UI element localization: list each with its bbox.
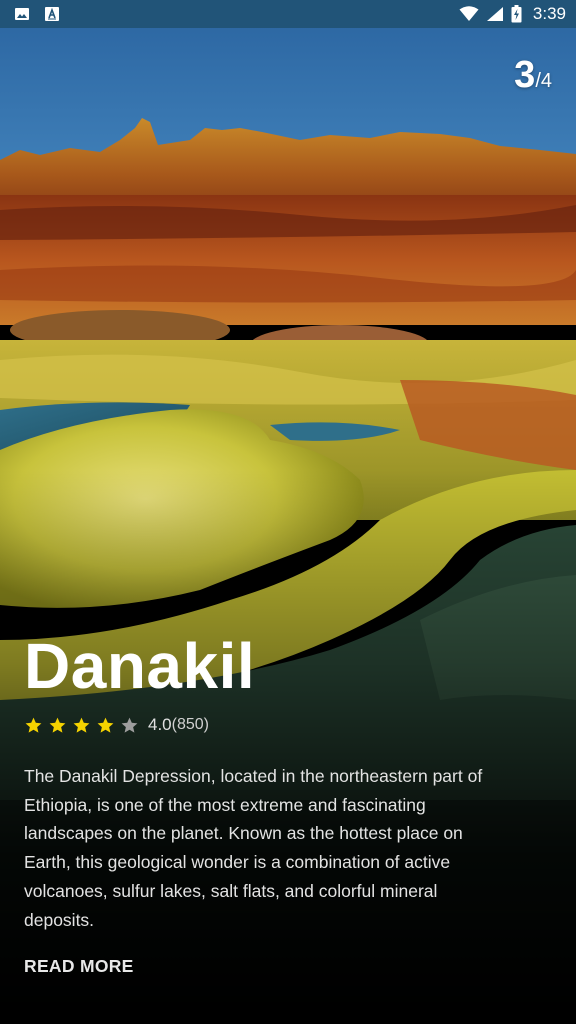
wifi-icon xyxy=(459,6,479,22)
status-time: 3:39 xyxy=(532,4,566,23)
page-counter: 3/4 xyxy=(514,54,552,97)
image-notification-icon xyxy=(14,6,30,22)
cell-signal-icon xyxy=(486,6,504,22)
page-current-number: 3 xyxy=(514,54,536,96)
place-title: Danakil xyxy=(24,630,256,702)
text-notification-icon xyxy=(44,6,60,22)
status-bar: 3:39 xyxy=(0,0,576,28)
star-empty-icon xyxy=(121,717,138,733)
page-total-number: /4 xyxy=(535,70,552,92)
place-description: The Danakil Depression, located in the n… xyxy=(24,766,483,930)
read-more-button[interactable]: READ MORE xyxy=(24,956,134,977)
rating-row: 4.0 (850) xyxy=(24,714,494,736)
status-right-icons: 3:39 xyxy=(459,4,566,24)
rating-count: (850) xyxy=(171,716,209,733)
star-filled-icon xyxy=(25,717,42,733)
status-left-icons xyxy=(14,6,60,22)
battery-charging-icon xyxy=(511,5,522,23)
star-filled-icon xyxy=(97,717,114,733)
star-filled-icon xyxy=(49,717,66,733)
rating-value: 4.0 xyxy=(148,715,172,734)
place-details: Danakil 4.0 (850) The Danakil Depression,… xyxy=(24,628,494,977)
screen: 3:39 3/4 Danakil 4.0 (850) The Danakil De… xyxy=(0,0,576,1024)
star-filled-icon xyxy=(73,717,90,733)
